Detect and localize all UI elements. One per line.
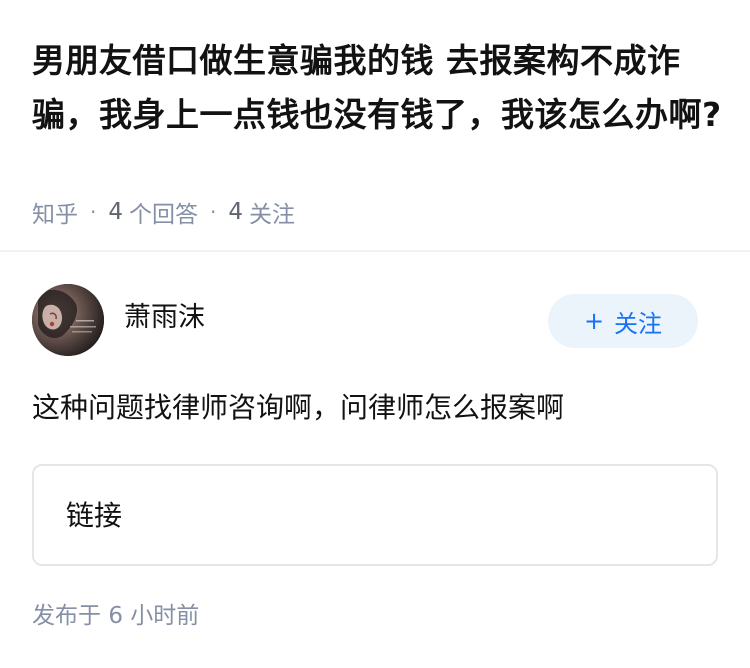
answer-content: 这种问题找律师咨询啊，问律师怎么报案啊 xyxy=(32,391,565,424)
link-card-label: 链接 xyxy=(66,499,123,532)
answer-author-row: 萧雨沫 + 关注 xyxy=(32,284,700,356)
follow-count-label[interactable]: 关注 xyxy=(249,195,295,229)
plus-icon: + xyxy=(583,307,605,335)
publish-time-value: 6 小时前 xyxy=(108,603,200,629)
follow-button-label: 关注 xyxy=(614,309,663,338)
section-divider xyxy=(0,250,750,252)
separator-dot: · xyxy=(90,200,97,224)
question-header: 男朋友借口做生意骗我的钱 去报案构不成诈骗，我身上一点钱也没有钱了，我该怎么办啊… xyxy=(0,0,750,250)
source-label[interactable]: 知乎 xyxy=(32,195,78,229)
separator-dot: · xyxy=(210,200,217,224)
avatar-image xyxy=(32,284,104,356)
answer-count-label[interactable]: 个回答 xyxy=(129,195,198,229)
question-meta: 知乎 · 4 个回答 · 4 关注 xyxy=(32,196,295,228)
author-name[interactable]: 萧雨沫 xyxy=(124,300,205,336)
answer-count: 4 xyxy=(108,199,123,225)
publish-time: 发布于 6 小时前 xyxy=(32,600,199,632)
follow-button[interactable]: + 关注 xyxy=(548,294,698,348)
publish-prefix: 发布于 xyxy=(32,603,101,629)
question-title[interactable]: 男朋友借口做生意骗我的钱 去报案构不成诈骗，我身上一点钱也没有钱了，我该怎么办啊… xyxy=(32,34,722,142)
follow-count: 4 xyxy=(228,199,243,225)
link-card[interactable]: 链接 xyxy=(32,464,718,566)
avatar[interactable] xyxy=(32,284,104,356)
